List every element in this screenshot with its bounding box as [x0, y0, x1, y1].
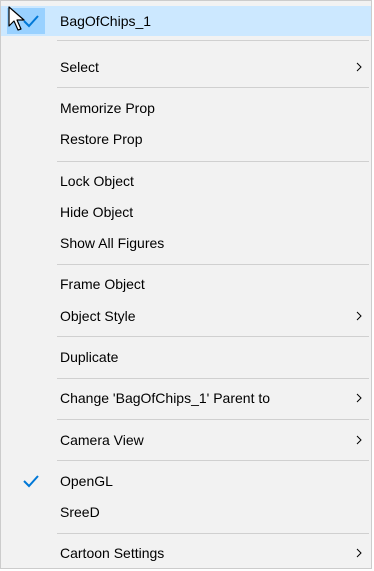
menu-item-object-style[interactable]: Object Style: [1, 301, 371, 331]
menu-item-memorize-prop[interactable]: Memorize Prop: [1, 93, 371, 123]
separator: [57, 336, 369, 337]
menu-item-label: Duplicate: [60, 349, 119, 365]
menu-item-lock-object[interactable]: Lock Object: [1, 166, 371, 196]
menu-item-frame-object[interactable]: Frame Object: [1, 269, 371, 299]
menu-item-opengl[interactable]: OpenGL: [1, 466, 371, 496]
menu-item-label: Select: [60, 59, 99, 75]
menu-item-label: OpenGL: [60, 473, 113, 489]
menu-item-select[interactable]: Select: [1, 52, 371, 82]
chevron-right-icon: [356, 62, 362, 72]
separator: [57, 378, 369, 379]
separator: [57, 87, 369, 88]
menu-item-label: Change 'BagOfChips_1' Parent to: [60, 390, 271, 406]
chevron-right-icon: [356, 311, 362, 321]
menu-item-show-all-figures[interactable]: Show All Figures: [1, 228, 371, 258]
menu-item-label: Memorize Prop: [60, 100, 155, 116]
separator: [57, 264, 369, 265]
context-menu: BagOfChips_1 Select Memorize Prop Restor…: [0, 0, 372, 569]
separator: [57, 533, 369, 534]
menu-item-cartoon-settings[interactable]: Cartoon Settings: [1, 538, 371, 568]
menu-item-label: Frame Object: [60, 276, 145, 292]
menu-item-label: SreeD: [60, 504, 100, 520]
menu-item-label: BagOfChips_1: [60, 13, 152, 29]
separator: [57, 40, 369, 41]
chevron-right-icon: [356, 548, 362, 558]
menu-item-sreed[interactable]: SreeD: [1, 497, 371, 527]
checkmark-icon: [23, 475, 39, 488]
separator: [57, 419, 369, 420]
chevron-right-icon: [356, 393, 362, 403]
separator: [57, 460, 369, 461]
menu-item-label: Show All Figures: [60, 235, 165, 251]
chevron-right-icon: [356, 435, 362, 445]
menu-item-camera-view[interactable]: Camera View: [1, 425, 371, 455]
menu-item-label: Cartoon Settings: [60, 545, 165, 561]
menu-item-label: Lock Object: [60, 173, 134, 189]
menu-item-label: Hide Object: [60, 204, 134, 220]
menu-item-change-parent[interactable]: Change 'BagOfChips_1' Parent to: [1, 383, 371, 413]
mouse-cursor-icon: [8, 6, 25, 31]
menu-item-hide-object[interactable]: Hide Object: [1, 197, 371, 227]
menu-item-label: Restore Prop: [60, 131, 143, 147]
separator: [57, 161, 369, 162]
menu-item-duplicate[interactable]: Duplicate: [1, 342, 371, 372]
menu-item-bagofchips-1[interactable]: BagOfChips_1: [1, 6, 371, 36]
menu-item-label: Object Style: [60, 308, 136, 324]
menu-item-restore-prop[interactable]: Restore Prop: [1, 124, 371, 154]
menu-item-label: Camera View: [60, 432, 144, 448]
